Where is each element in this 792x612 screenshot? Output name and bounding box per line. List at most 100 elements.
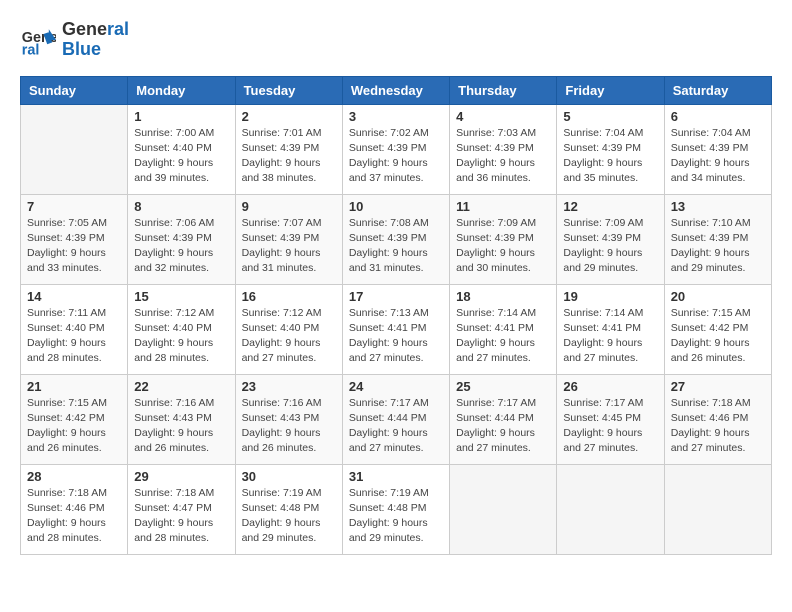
day-number: 31 <box>349 469 443 484</box>
day-info: Sunrise: 7:16 AM Sunset: 4:43 PM Dayligh… <box>134 396 228 457</box>
day-number: 26 <box>563 379 657 394</box>
day-info: Sunrise: 7:09 AM Sunset: 4:39 PM Dayligh… <box>563 216 657 277</box>
day-number: 12 <box>563 199 657 214</box>
day-number: 27 <box>671 379 765 394</box>
calendar-cell: 7 Sunrise: 7:05 AM Sunset: 4:39 PM Daylig… <box>21 194 128 284</box>
calendar-week-row: 28 Sunrise: 7:18 AM Sunset: 4:46 PM Dayli… <box>21 464 772 554</box>
day-info: Sunrise: 7:15 AM Sunset: 4:42 PM Dayligh… <box>671 306 765 367</box>
calendar-cell <box>664 464 771 554</box>
calendar-week-row: 14Sunrise: 7:11 AM Sunset: 4:40 PM Dayli… <box>21 284 772 374</box>
day-info: Sunrise: 7:07 AM Sunset: 4:39 PM Dayligh… <box>242 216 336 277</box>
calendar-cell: 15Sunrise: 7:12 AM Sunset: 4:40 PM Dayli… <box>128 284 235 374</box>
calendar-cell: 18 Sunrise: 7:14 AM Sunset: 4:41 PM Dayli… <box>450 284 557 374</box>
day-number: 18 <box>456 289 550 304</box>
calendar-cell: 10 Sunrise: 7:08 AM Sunset: 4:39 PM Dayli… <box>342 194 449 284</box>
day-number: 8 <box>134 199 228 214</box>
day-number: 9 <box>242 199 336 214</box>
day-number: 17 <box>349 289 443 304</box>
day-number: 19 <box>563 289 657 304</box>
day-number: 13 <box>671 199 765 214</box>
day-info: Sunrise: 7:15 AM Sunset: 4:42 PM Dayligh… <box>27 396 121 457</box>
calendar-cell: 31 Sunrise: 7:19 AM Sunset: 4:48 PM Dayli… <box>342 464 449 554</box>
calendar-cell: 14Sunrise: 7:11 AM Sunset: 4:40 PM Dayli… <box>21 284 128 374</box>
day-number: 16 <box>242 289 336 304</box>
day-number: 5 <box>563 109 657 124</box>
day-number: 24 <box>349 379 443 394</box>
calendar-header-row: SundayMondayTuesdayWednesdayThursdayFrid… <box>21 76 772 104</box>
calendar-cell: 30 Sunrise: 7:19 AM Sunset: 4:48 PM Dayli… <box>235 464 342 554</box>
day-info: Sunrise: 7:00 AM Sunset: 4:40 PM Dayligh… <box>134 126 228 187</box>
calendar-cell: 9 Sunrise: 7:07 AM Sunset: 4:39 PM Daylig… <box>235 194 342 284</box>
day-number: 20 <box>671 289 765 304</box>
day-info: Sunrise: 7:01 AM Sunset: 4:39 PM Dayligh… <box>242 126 336 187</box>
day-info: Sunrise: 7:16 AM Sunset: 4:43 PM Dayligh… <box>242 396 336 457</box>
day-number: 2 <box>242 109 336 124</box>
day-info: Sunrise: 7:09 AM Sunset: 4:39 PM Dayligh… <box>456 216 550 277</box>
svg-text:ral: ral <box>22 42 40 58</box>
calendar-cell: 3 Sunrise: 7:02 AM Sunset: 4:39 PM Daylig… <box>342 104 449 194</box>
calendar-cell: 19 Sunrise: 7:14 AM Sunset: 4:41 PM Dayli… <box>557 284 664 374</box>
calendar-cell: 2 Sunrise: 7:01 AM Sunset: 4:39 PM Daylig… <box>235 104 342 194</box>
calendar-week-row: 1 Sunrise: 7:00 AM Sunset: 4:40 PM Daylig… <box>21 104 772 194</box>
day-info: Sunrise: 7:04 AM Sunset: 4:39 PM Dayligh… <box>563 126 657 187</box>
calendar-cell: 13 Sunrise: 7:10 AM Sunset: 4:39 PM Dayli… <box>664 194 771 284</box>
calendar-cell: 16Sunrise: 7:12 AM Sunset: 4:40 PM Dayli… <box>235 284 342 374</box>
calendar-cell: 11 Sunrise: 7:09 AM Sunset: 4:39 PM Dayli… <box>450 194 557 284</box>
day-number: 29 <box>134 469 228 484</box>
calendar-cell: 24 Sunrise: 7:17 AM Sunset: 4:44 PM Dayli… <box>342 374 449 464</box>
day-info: Sunrise: 7:04 AM Sunset: 4:39 PM Dayligh… <box>671 126 765 187</box>
calendar-cell: 28 Sunrise: 7:18 AM Sunset: 4:46 PM Dayli… <box>21 464 128 554</box>
day-info: Sunrise: 7:19 AM Sunset: 4:48 PM Dayligh… <box>242 486 336 547</box>
calendar-cell: 26 Sunrise: 7:17 AM Sunset: 4:45 PM Dayli… <box>557 374 664 464</box>
calendar-week-row: 21 Sunrise: 7:15 AM Sunset: 4:42 PM Dayli… <box>21 374 772 464</box>
day-number: 3 <box>349 109 443 124</box>
day-info: Sunrise: 7:08 AM Sunset: 4:39 PM Dayligh… <box>349 216 443 277</box>
calendar-cell: 8 Sunrise: 7:06 AM Sunset: 4:39 PM Daylig… <box>128 194 235 284</box>
day-number: 11 <box>456 199 550 214</box>
day-number: 15 <box>134 289 228 304</box>
calendar-cell <box>450 464 557 554</box>
day-info: Sunrise: 7:17 AM Sunset: 4:45 PM Dayligh… <box>563 396 657 457</box>
column-header-monday: Monday <box>128 76 235 104</box>
day-info: Sunrise: 7:18 AM Sunset: 4:46 PM Dayligh… <box>27 486 121 547</box>
calendar-cell: 1 Sunrise: 7:00 AM Sunset: 4:40 PM Daylig… <box>128 104 235 194</box>
day-info: Sunrise: 7:14 AM Sunset: 4:41 PM Dayligh… <box>456 306 550 367</box>
day-info: Sunrise: 7:02 AM Sunset: 4:39 PM Dayligh… <box>349 126 443 187</box>
day-number: 23 <box>242 379 336 394</box>
column-header-saturday: Saturday <box>664 76 771 104</box>
calendar-cell: 23 Sunrise: 7:16 AM Sunset: 4:43 PM Dayli… <box>235 374 342 464</box>
day-info: Sunrise: 7:05 AM Sunset: 4:39 PM Dayligh… <box>27 216 121 277</box>
column-header-friday: Friday <box>557 76 664 104</box>
day-info: Sunrise: 7:13 AM Sunset: 4:41 PM Dayligh… <box>349 306 443 367</box>
calendar-cell: 6Sunrise: 7:04 AM Sunset: 4:39 PM Daylig… <box>664 104 771 194</box>
day-number: 7 <box>27 199 121 214</box>
column-header-wednesday: Wednesday <box>342 76 449 104</box>
day-number: 4 <box>456 109 550 124</box>
calendar-cell: 12 Sunrise: 7:09 AM Sunset: 4:39 PM Dayli… <box>557 194 664 284</box>
day-info: Sunrise: 7:14 AM Sunset: 4:41 PM Dayligh… <box>563 306 657 367</box>
calendar-cell <box>21 104 128 194</box>
calendar-cell: 17 Sunrise: 7:13 AM Sunset: 4:41 PM Dayli… <box>342 284 449 374</box>
day-number: 10 <box>349 199 443 214</box>
day-number: 1 <box>134 109 228 124</box>
calendar-cell <box>557 464 664 554</box>
day-info: Sunrise: 7:11 AM Sunset: 4:40 PM Dayligh… <box>27 306 121 367</box>
day-number: 25 <box>456 379 550 394</box>
day-info: Sunrise: 7:18 AM Sunset: 4:47 PM Dayligh… <box>134 486 228 547</box>
calendar-cell: 4 Sunrise: 7:03 AM Sunset: 4:39 PM Daylig… <box>450 104 557 194</box>
logo: Gene ral GeneralBlue <box>20 20 129 60</box>
calendar-cell: 21 Sunrise: 7:15 AM Sunset: 4:42 PM Dayli… <box>21 374 128 464</box>
page-header: Gene ral GeneralBlue <box>20 20 772 60</box>
calendar-cell: 29 Sunrise: 7:18 AM Sunset: 4:47 PM Dayli… <box>128 464 235 554</box>
calendar-cell: 5 Sunrise: 7:04 AM Sunset: 4:39 PM Daylig… <box>557 104 664 194</box>
day-number: 28 <box>27 469 121 484</box>
day-info: Sunrise: 7:19 AM Sunset: 4:48 PM Dayligh… <box>349 486 443 547</box>
day-info: Sunrise: 7:17 AM Sunset: 4:44 PM Dayligh… <box>456 396 550 457</box>
day-info: Sunrise: 7:17 AM Sunset: 4:44 PM Dayligh… <box>349 396 443 457</box>
day-info: Sunrise: 7:03 AM Sunset: 4:39 PM Dayligh… <box>456 126 550 187</box>
day-info: Sunrise: 7:06 AM Sunset: 4:39 PM Dayligh… <box>134 216 228 277</box>
column-header-sunday: Sunday <box>21 76 128 104</box>
day-info: Sunrise: 7:10 AM Sunset: 4:39 PM Dayligh… <box>671 216 765 277</box>
day-number: 21 <box>27 379 121 394</box>
day-number: 30 <box>242 469 336 484</box>
